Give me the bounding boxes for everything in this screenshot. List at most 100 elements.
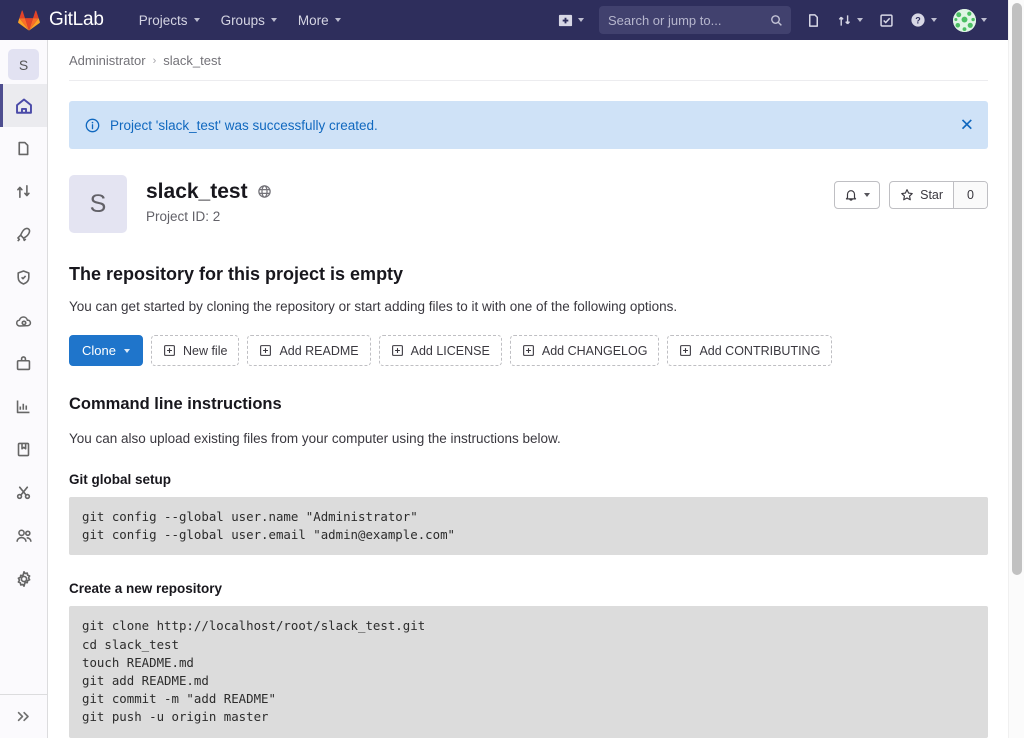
chevron-down-icon xyxy=(193,18,200,22)
clone-label: Clone xyxy=(82,343,116,358)
sidebar-item-wiki[interactable] xyxy=(0,428,47,471)
sidebar-item-merge-requests[interactable] xyxy=(0,170,47,213)
nav-item-more[interactable]: More xyxy=(289,7,350,34)
project-meta: slack_test Project ID: 2 xyxy=(146,175,272,224)
chevron-down-icon xyxy=(334,18,341,22)
project-header: S slack_test Project ID: 2 Star 0 xyxy=(69,175,988,233)
git-global-setup-heading: Git global setup xyxy=(69,472,172,487)
sidebar-item-members[interactable] xyxy=(0,514,47,557)
gitlab-logo-link[interactable]: GitLab xyxy=(18,9,104,31)
chevron-down-icon xyxy=(864,193,871,197)
plus-square-icon xyxy=(522,344,535,357)
notifications-dropdown-button[interactable] xyxy=(834,181,881,209)
page-scrollbar-thumb[interactable] xyxy=(1012,3,1022,575)
sidebar-item-issues[interactable] xyxy=(0,127,47,170)
nav-item-groups[interactable]: Groups xyxy=(212,7,286,34)
add-contributing-label: Add CONTRIBUTING xyxy=(699,343,821,358)
search-icon xyxy=(770,14,783,27)
plus-square-icon xyxy=(679,344,692,357)
create-new-button[interactable] xyxy=(551,7,591,34)
breadcrumb-root[interactable]: Administrator xyxy=(69,53,146,68)
empty-repo-subtitle: You can get started by cloning the repos… xyxy=(69,299,678,314)
chevron-down-icon xyxy=(270,18,277,22)
star-label: Star xyxy=(920,188,944,202)
chevron-down-icon xyxy=(981,18,987,22)
plus-square-icon xyxy=(259,344,272,357)
book-icon xyxy=(15,441,32,458)
clone-button[interactable]: Clone xyxy=(69,335,143,366)
breadcrumb: Administrator › slack_test xyxy=(69,40,988,81)
search-input[interactable]: Search or jump to... xyxy=(599,6,791,34)
breadcrumb-separator-icon: › xyxy=(152,54,157,67)
plus-square-icon xyxy=(163,344,176,357)
new-file-button[interactable]: New file xyxy=(150,335,240,366)
svg-text:?: ? xyxy=(915,15,921,25)
gear-icon xyxy=(15,570,33,588)
star-button[interactable]: Star xyxy=(890,182,953,208)
page-scrollbar[interactable] xyxy=(1008,0,1024,738)
left-sidebar: S xyxy=(0,40,48,738)
sidebar-menu xyxy=(0,84,47,600)
sidebar-item-snippets[interactable] xyxy=(0,471,47,514)
help-nav-button[interactable]: ? xyxy=(903,6,944,34)
todos-nav-button[interactable] xyxy=(872,7,901,34)
issues-nav-button[interactable] xyxy=(799,7,828,34)
create-new-repository-code[interactable]: git clone http://localhost/root/slack_te… xyxy=(69,606,988,738)
new-file-label: New file xyxy=(182,343,228,358)
info-circle-icon xyxy=(85,118,100,133)
users-icon xyxy=(15,527,33,545)
sidebar-project-avatar: S xyxy=(8,49,39,80)
nav-projects-label: Projects xyxy=(138,12,188,28)
chevron-down-icon xyxy=(578,18,584,22)
add-changelog-button[interactable]: Add CHANGELOG xyxy=(509,335,660,366)
page-title: slack_test xyxy=(146,179,272,204)
sidebar-item-ci-cd[interactable] xyxy=(0,213,47,256)
sidebar-project-avatar-link[interactable]: S xyxy=(0,40,47,84)
user-menu-button[interactable] xyxy=(946,3,994,38)
add-readme-label: Add README xyxy=(279,343,359,358)
alert-message: Project 'slack_test' was successfully cr… xyxy=(110,117,378,133)
project-id-label: Project ID: 2 xyxy=(146,209,221,225)
issues-icon xyxy=(15,140,32,157)
merge-request-icon xyxy=(15,183,32,200)
merge-requests-nav-button[interactable] xyxy=(830,7,870,34)
rocket-icon xyxy=(15,226,33,244)
nav-more-label: More xyxy=(297,12,329,28)
navbar-right-controls: Search or jump to... ? xyxy=(551,3,994,38)
add-readme-button[interactable]: Add README xyxy=(247,335,371,366)
add-contributing-button[interactable]: Add CONTRIBUTING xyxy=(667,335,833,366)
user-avatar xyxy=(953,8,976,32)
repo-action-buttons: Clone New file Add README Add LICENSE Ad… xyxy=(69,335,988,366)
collapse-sidebar-button[interactable] xyxy=(0,694,47,738)
merge-requests-icon xyxy=(837,13,852,28)
chevron-down-icon xyxy=(123,348,130,353)
sidebar-item-analytics[interactable] xyxy=(0,385,47,428)
alert-close-button[interactable]: ✕ xyxy=(960,117,974,134)
create-new-repository-heading: Create a new repository xyxy=(69,581,223,597)
todos-icon xyxy=(879,13,894,28)
sidebar-item-project-overview[interactable] xyxy=(0,84,47,127)
top-navbar: GitLab Projects Groups More Search or ju… xyxy=(0,0,1008,40)
scissors-icon xyxy=(15,484,32,501)
star-count[interactable]: 0 xyxy=(953,182,987,208)
shield-icon xyxy=(15,269,32,286)
sidebar-item-settings[interactable] xyxy=(0,557,47,600)
sidebar-item-security[interactable] xyxy=(0,256,47,299)
success-alert: Project 'slack_test' was successfully cr… xyxy=(69,101,988,149)
add-license-button[interactable]: Add LICENSE xyxy=(378,335,502,366)
issues-icon xyxy=(806,13,821,28)
sidebar-item-packages[interactable] xyxy=(0,342,47,385)
nav-groups-label: Groups xyxy=(220,12,265,28)
chart-icon xyxy=(15,398,32,415)
breadcrumb-current[interactable]: slack_test xyxy=(163,53,221,68)
sidebar-item-deployments[interactable] xyxy=(0,299,47,342)
gitlab-fox-logo-icon xyxy=(18,10,40,31)
git-global-setup-code[interactable]: git config --global user.name "Administr… xyxy=(69,497,988,556)
cloud-gear-icon xyxy=(15,312,33,330)
chevron-down-icon xyxy=(931,18,937,22)
nav-item-projects[interactable]: Projects xyxy=(130,7,209,34)
cli-section-subtitle: You can also upload existing files from … xyxy=(69,431,561,446)
project-header-actions: Star 0 xyxy=(834,181,988,209)
cli-section-title: Command line instructions xyxy=(69,395,282,413)
project-name: slack_test xyxy=(146,180,248,203)
